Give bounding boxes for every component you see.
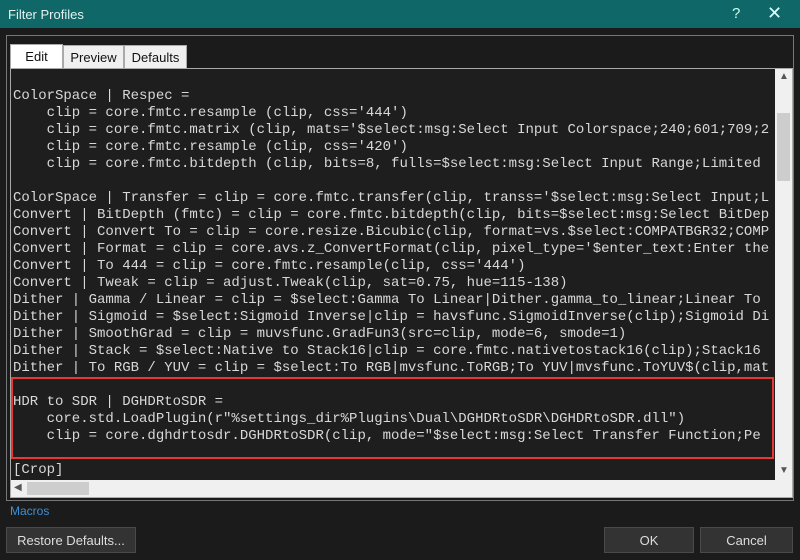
code-line: clip = core.fmtc.bitdepth (clip, bits=8,…: [13, 156, 761, 172]
code-line: Convert | To 444 = clip = core.fmtc.resa…: [13, 258, 526, 274]
horizontal-scroll-thumb[interactable]: [27, 482, 89, 495]
help-button[interactable]: ?: [732, 5, 740, 22]
scroll-left-icon[interactable]: ◀: [14, 482, 22, 493]
scrollbar-corner: [775, 480, 792, 497]
code-line: clip = core.dghdrtosdr.DGHDRtoSDR(clip, …: [13, 428, 761, 444]
tab-preview[interactable]: Preview: [63, 45, 124, 69]
code-text[interactable]: ColorSpace | Respec = clip = core.fmtc.r…: [13, 71, 775, 482]
cancel-button[interactable]: Cancel: [700, 527, 793, 553]
code-line: HDR to SDR | DGHDRtoSDR =: [13, 394, 224, 410]
scroll-up-icon[interactable]: ▲: [779, 71, 789, 82]
code-line: clip = core.fmtc.matrix (clip, mats='$se…: [13, 122, 770, 138]
vertical-scrollbar[interactable]: ▲ ▼: [775, 69, 792, 480]
code-line: Dither | Stack = $select:Native to Stack…: [13, 343, 761, 359]
restore-defaults-button[interactable]: Restore Defaults...: [6, 527, 136, 553]
code-line: Dither | Sigmoid = $select:Sigmoid Inver…: [13, 309, 770, 325]
code-line: [Crop]: [13, 462, 64, 478]
vertical-scroll-thumb[interactable]: [777, 113, 790, 181]
code-line: Convert | Tweak = clip = adjust.Tweak(cl…: [13, 275, 568, 291]
code-line: ColorSpace | Respec =: [13, 88, 190, 104]
window-title: Filter Profiles: [8, 7, 84, 22]
tab-edit[interactable]: Edit: [10, 44, 63, 69]
tab-defaults[interactable]: Defaults: [124, 45, 187, 69]
code-line: Dither | To RGB / YUV = clip = $select:T…: [13, 360, 770, 376]
code-line: clip = core.fmtc.resample (clip, css='44…: [13, 105, 408, 121]
close-button[interactable]: ✕: [767, 3, 782, 24]
horizontal-scrollbar[interactable]: ◀: [11, 480, 775, 497]
code-line: Convert | Format = clip = core.avs.z_Con…: [13, 241, 770, 257]
code-line: Convert | BitDepth (fmtc) = clip = core.…: [13, 207, 770, 223]
code-line: core.std.LoadPlugin(r"%settings_dir%Plug…: [13, 411, 686, 427]
ok-button[interactable]: OK: [604, 527, 694, 553]
macros-link[interactable]: Macros: [10, 504, 49, 518]
code-line: ColorSpace | Transfer = clip = core.fmtc…: [13, 190, 770, 206]
profile-editor[interactable]: ColorSpace | Respec = clip = core.fmtc.r…: [10, 68, 793, 498]
code-line: Dither | Gamma / Linear = clip = $select…: [13, 292, 761, 308]
title-bar: Filter Profiles ? ✕: [0, 0, 800, 28]
code-line: clip = core.fmtc.resample (clip, css='42…: [13, 139, 408, 155]
scroll-down-icon[interactable]: ▼: [779, 465, 789, 476]
code-line: Convert | Convert To = clip = core.resiz…: [13, 224, 770, 240]
code-line: Dither | SmoothGrad = clip = muvsfunc.Gr…: [13, 326, 627, 342]
